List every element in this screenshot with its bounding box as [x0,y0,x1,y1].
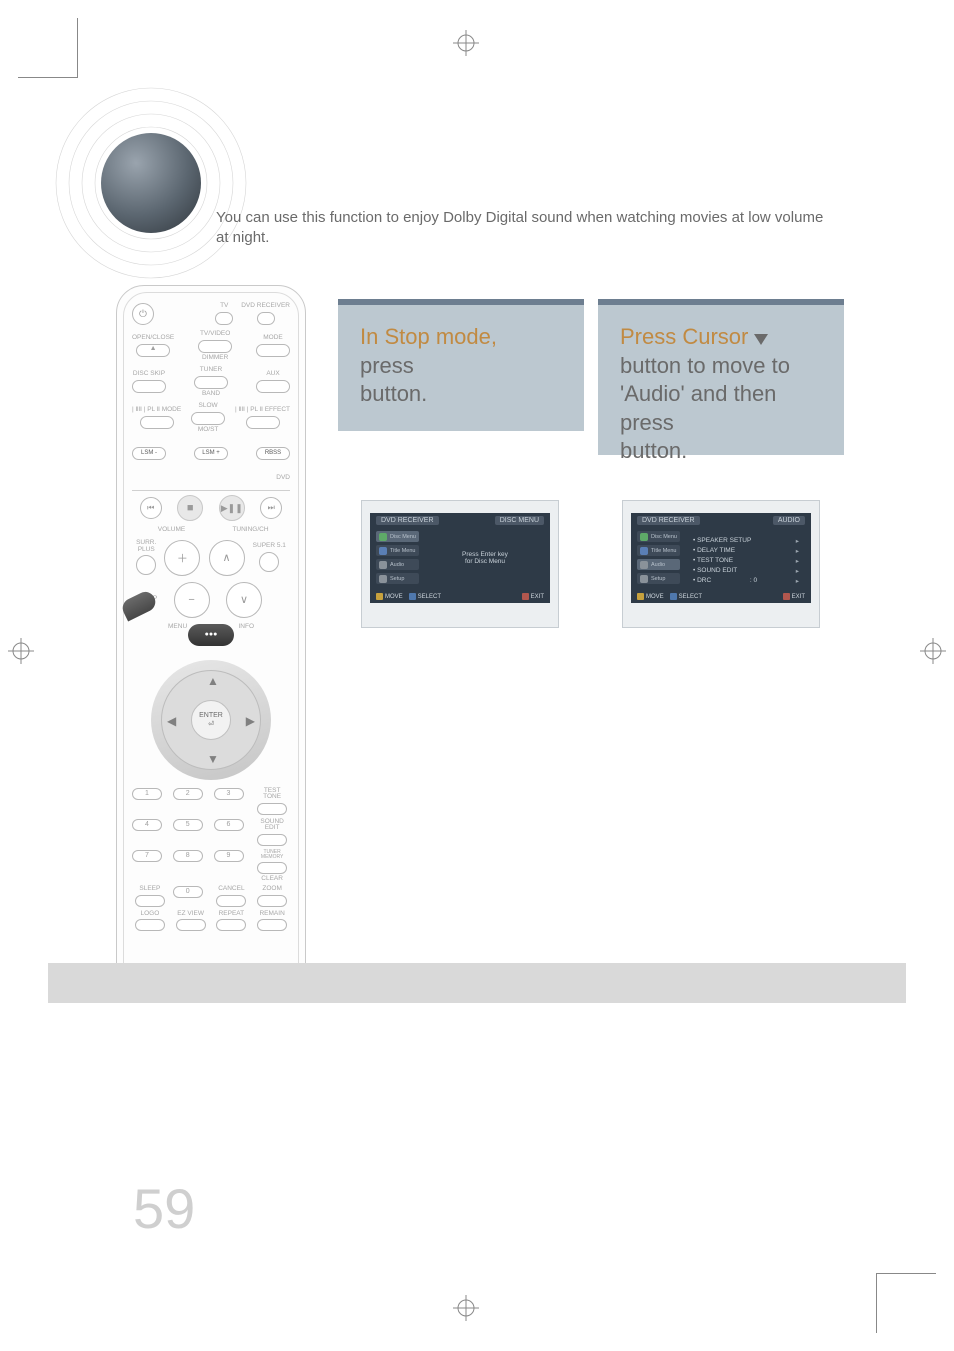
plmode-button [140,416,174,429]
cursor-down-icon: ▼ [207,752,219,766]
osd1-top-left: DVD RECEIVER [376,516,439,525]
super51-button [259,552,279,572]
intro-description: You can use this function to enjoy Dolby… [216,208,826,249]
aux-button [256,380,290,393]
surrplus-button [136,555,156,575]
slow-button [191,412,225,425]
num-9-button: 9 [214,850,244,862]
cursor-up-icon: ▲ [207,674,219,688]
power-icon: ⏻ [132,303,154,325]
num-0-button: 0 [173,886,203,898]
zoom-button [257,895,287,907]
decorative-gray-band [48,963,906,1003]
step-1-line2: press [360,353,414,378]
dvdreceiver-button [257,312,275,325]
mode-button [256,344,290,357]
crop-mark-br [876,1273,936,1333]
cursor-right-icon: ▶ [246,714,255,728]
osd1-top-right: DISC MENU [495,516,544,525]
lsm-plus-button: LSM + [194,447,228,460]
tv-button [215,312,233,325]
sleep-button [135,895,165,907]
osd-screenshot-disc-menu: DVD RECEIVER DISC MENU Disc Menu Title M… [361,500,559,628]
step-1-line1: In Stop mode, [360,324,497,349]
menu-button: ●●● [188,624,234,646]
rbss-button: RBSS [256,447,290,460]
tuner-button [194,376,228,389]
play-pause-icon: ▶❚❚ [219,495,245,521]
cursor-down-triangle-icon [754,334,768,345]
osd1-main-line2: for Disc Menu [432,558,538,565]
tv-label: TV [220,303,228,310]
step-1-card: In Stop mode, press button. [338,299,584,431]
num-3-button: 3 [214,788,244,800]
ezview-button [176,919,206,931]
registration-mark-bottom [453,1295,479,1321]
soundedit-button [257,834,287,846]
openclose-button: ▲ [136,344,170,357]
registration-mark-left [8,638,34,664]
num-7-button: 7 [132,850,162,862]
num-8-button: 8 [173,850,203,862]
tvvideo-button [198,340,232,353]
step-2-line2: button to move to [620,353,790,378]
step-2-card: Press Cursor button to move to 'Audio' a… [598,299,844,455]
pleffect-button [246,416,280,429]
step-1-line3: button. [360,381,427,406]
cursor-left-icon: ◀ [167,714,176,728]
tuning-up-icon: ∧ [209,540,245,576]
num-2-button: 2 [173,788,203,800]
step-2-line5: button. [620,438,687,463]
osd2-top-right: AUDIO [773,516,805,525]
volume-up-icon: ＋ [164,540,200,576]
enter-button: ENTER⏎ [191,700,231,740]
repeat-button [216,919,246,931]
remain-button [257,919,287,931]
stop-icon: ■ [177,495,203,521]
prev-track-icon: ⏮ [140,497,162,519]
dvdreceiver-label: DVD RECEIVER [241,303,290,310]
osd-screenshot-audio-menu: DVD RECEIVER AUDIO Disc Menu Title Menu … [622,500,820,628]
registration-mark-top [453,30,479,56]
clear-button [257,862,287,874]
step-2-line3: 'Audio' and then [620,381,776,406]
step-2-line4: press [620,410,674,435]
registration-mark-right [920,638,946,664]
navigation-pad: ▲ ▼ ◀ ▶ ENTER⏎ [151,660,271,780]
page-number: 59 [133,1176,195,1241]
remote-control-illustration: ⏻ TV DVD RECEIVER OPEN/CLOSE▲ TV/VIDEODI… [116,285,306,1003]
crop-mark-tl [18,18,78,78]
step-2-line1a: Press Cursor [620,324,754,349]
decorative-globe-graphic [46,78,256,288]
num-4-button: 4 [132,819,162,831]
testtone-button [257,803,287,815]
volume-down-icon: − [174,582,210,618]
tuning-down-icon: ∨ [226,582,262,618]
logo-button [135,919,165,931]
num-5-button: 5 [173,819,203,831]
cancel-button [216,895,246,907]
osd2-top-left: DVD RECEIVER [637,516,700,525]
next-track-icon: ⏭ [260,497,282,519]
num-1-button: 1 [132,788,162,800]
num-6-button: 6 [214,819,244,831]
discskip-button [132,380,166,393]
osd1-main-line1: Press Enter key [432,551,538,558]
lsm-minus-button: LSM - [132,447,166,460]
